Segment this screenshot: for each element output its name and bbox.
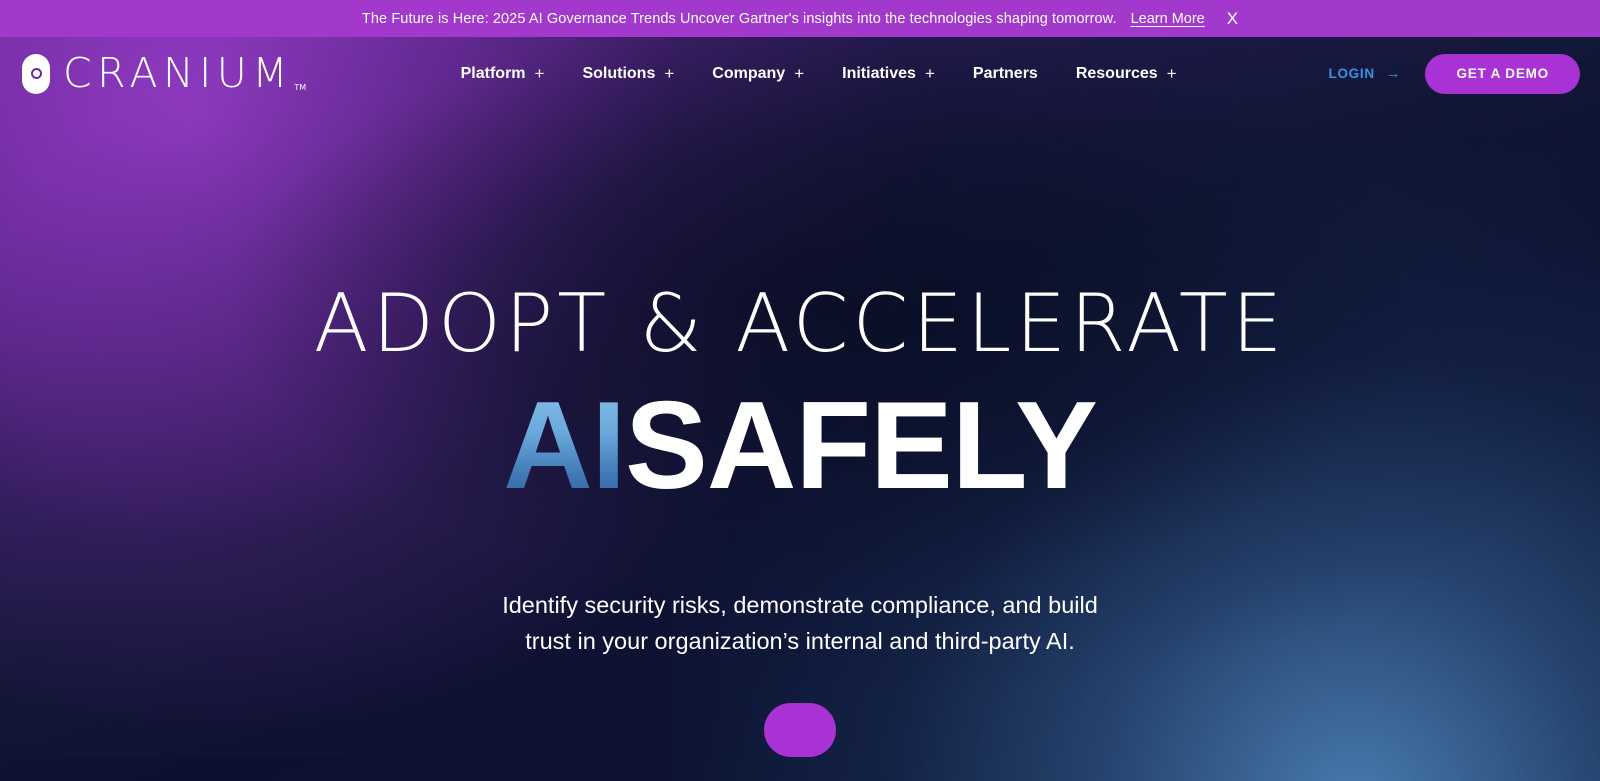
nav-item-label: Resources: [1075, 64, 1158, 82]
hero-headline-main: SAFELY: [625, 377, 1098, 515]
get-a-demo-button[interactable]: GET A DEMO: [1425, 53, 1580, 94]
learn-more-link[interactable]: Learn More: [1131, 11, 1205, 27]
arrow-right-icon: →: [1385, 65, 1402, 82]
hero-cta-button[interactable]: [764, 703, 836, 758]
nav-actions: LOGIN → GET A DEMO: [1329, 53, 1580, 94]
hero-subheadline-line1: Identify security risks, demonstrate com…: [502, 592, 1098, 618]
plus-icon: +: [794, 64, 805, 83]
login-link[interactable]: LOGIN →: [1329, 66, 1426, 81]
nav-item-label: Partners: [972, 64, 1038, 82]
hero-headline-line1: ADOPT & ACCELERATE: [313, 277, 1287, 370]
nav-item-label: Solutions: [582, 64, 656, 82]
nav-links: Platform + Solutions + Company + Initiat…: [364, 65, 1196, 83]
nav-item-partners[interactable]: Partners: [954, 65, 1057, 83]
announcement-text: The Future is Here: 2025 AI Governance T…: [361, 10, 1117, 27]
hero-headline-accent: AI: [503, 377, 626, 515]
hero-cta-wrapper: [764, 703, 836, 758]
announcement-banner: The Future is Here: 2025 AI Governance T…: [0, 0, 1600, 37]
logo-wordmark: CRANIUM TM: [63, 53, 306, 94]
plus-icon: +: [664, 64, 675, 83]
plus-icon: +: [924, 64, 935, 83]
logo-mark-icon: [22, 53, 50, 94]
nav-item-solutions[interactable]: Solutions +: [563, 65, 693, 83]
hero-subheadline: Identify security risks, demonstrate com…: [502, 588, 1098, 659]
close-icon[interactable]: X: [1227, 10, 1238, 27]
plus-icon: +: [534, 64, 545, 83]
nav-item-platform[interactable]: Platform +: [442, 65, 564, 83]
hero-section: CRANIUM TM Platform + Solutions + Compan…: [0, 37, 1600, 781]
logo-dot-icon: [30, 68, 42, 79]
hero-subheadline-line2: trust in your organization’s internal an…: [525, 627, 1075, 654]
nav-item-resources[interactable]: Resources +: [1057, 65, 1196, 83]
hero-page: The Future is Here: 2025 AI Governance T…: [0, 0, 1600, 781]
logo-wordmark-text: CRANIUM: [63, 49, 294, 97]
nav-item-initiatives[interactable]: Initiatives +: [823, 65, 954, 83]
nav-item-label: Platform: [460, 64, 526, 82]
plus-icon: +: [1166, 64, 1177, 83]
trademark-mark: TM: [294, 83, 307, 92]
hero-content: ADOPT & ACCELERATE AISAFELY Identify sec…: [0, 110, 1600, 758]
nav-item-label: Initiatives: [842, 64, 916, 82]
login-label: LOGIN: [1328, 66, 1375, 81]
hero-headline-line2: AISAFELY: [503, 384, 1098, 508]
cranium-logo[interactable]: CRANIUM TM: [22, 53, 306, 94]
nav-item-label: Company: [712, 64, 786, 82]
nav-item-company[interactable]: Company +: [693, 65, 823, 83]
main-navigation: CRANIUM TM Platform + Solutions + Compan…: [0, 37, 1600, 110]
